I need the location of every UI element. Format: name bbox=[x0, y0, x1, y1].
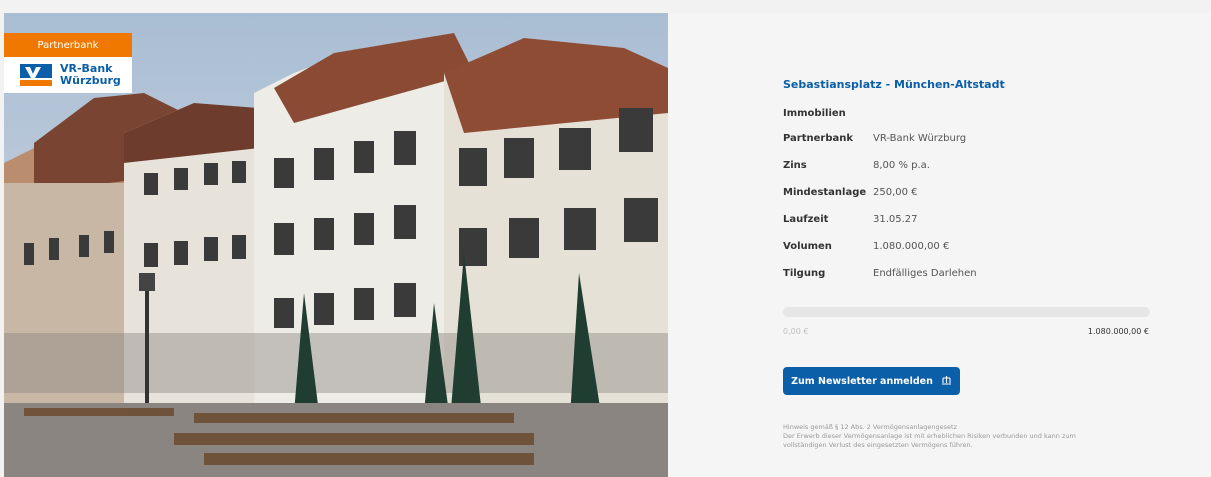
detail-row-tilgung: Tilgung Endfälliges Darlehen bbox=[783, 260, 1163, 287]
detail-value: 8,00 % p.a. bbox=[873, 160, 930, 171]
detail-label: Tilgung bbox=[783, 268, 826, 279]
disclaimer-line: Der Erwerb dieser Vermögensanlage ist mi… bbox=[783, 432, 1076, 440]
detail-label: Partnerbank bbox=[783, 133, 854, 144]
detail-label: Volumen bbox=[783, 241, 832, 252]
bank-name-line2: Würzburg bbox=[60, 74, 121, 87]
top-bar bbox=[0, 0, 1211, 13]
bank-logo: VR-Bank Würzburg bbox=[4, 57, 132, 93]
vr-logo-icon bbox=[20, 64, 52, 86]
detail-value: 250,00 € bbox=[873, 187, 918, 198]
detail-label: Zins bbox=[783, 160, 807, 171]
disclaimer-line: Hinweis gemäß § 12 Abs. 2 Vermögensanlag… bbox=[783, 423, 957, 431]
disclaimer-line: vollständigen Verlust des eingesetzten V… bbox=[783, 441, 973, 449]
bank-building-icon bbox=[941, 374, 952, 388]
project-category: Immobilien bbox=[783, 108, 846, 119]
detail-label: Laufzeit bbox=[783, 214, 829, 225]
newsletter-button-label: Zum Newsletter anmelden bbox=[791, 375, 933, 387]
partner-badge: Partnerbank VR-Bank Würzburg bbox=[4, 33, 132, 93]
detail-value: 1.080.000,00 € bbox=[873, 241, 950, 252]
newsletter-button[interactable]: Zum Newsletter anmelden bbox=[783, 367, 960, 395]
detail-row-laufzeit: Laufzeit 31.05.27 bbox=[783, 206, 1163, 233]
progress-max-label: 1.080.000,00 € bbox=[1087, 327, 1149, 336]
project-details: Sebastiansplatz - München-Altstadt Immob… bbox=[783, 76, 1163, 287]
progress-min-label: 0,00 € bbox=[783, 327, 809, 336]
detail-row-zins: Zins 8,00 % p.a. bbox=[783, 152, 1163, 179]
legal-disclaimer: Hinweis gemäß § 12 Abs. 2 Vermögensanlag… bbox=[783, 423, 1173, 450]
detail-label: Mindestanlage bbox=[783, 187, 867, 198]
detail-value: VR-Bank Würzburg bbox=[873, 133, 967, 144]
detail-value: 31.05.27 bbox=[873, 214, 918, 225]
partner-badge-label: Partnerbank bbox=[4, 33, 132, 57]
detail-row-partnerbank: Partnerbank VR-Bank Würzburg bbox=[783, 125, 1163, 152]
detail-row-mindestanlage: Mindestanlage 250,00 € bbox=[783, 179, 1163, 206]
detail-row-volumen: Volumen 1.080.000,00 € bbox=[783, 233, 1163, 260]
funding-progress-bar bbox=[783, 307, 1150, 317]
detail-value: Endfälliges Darlehen bbox=[873, 268, 977, 279]
project-title[interactable]: Sebastiansplatz - München-Altstadt bbox=[783, 76, 1163, 94]
